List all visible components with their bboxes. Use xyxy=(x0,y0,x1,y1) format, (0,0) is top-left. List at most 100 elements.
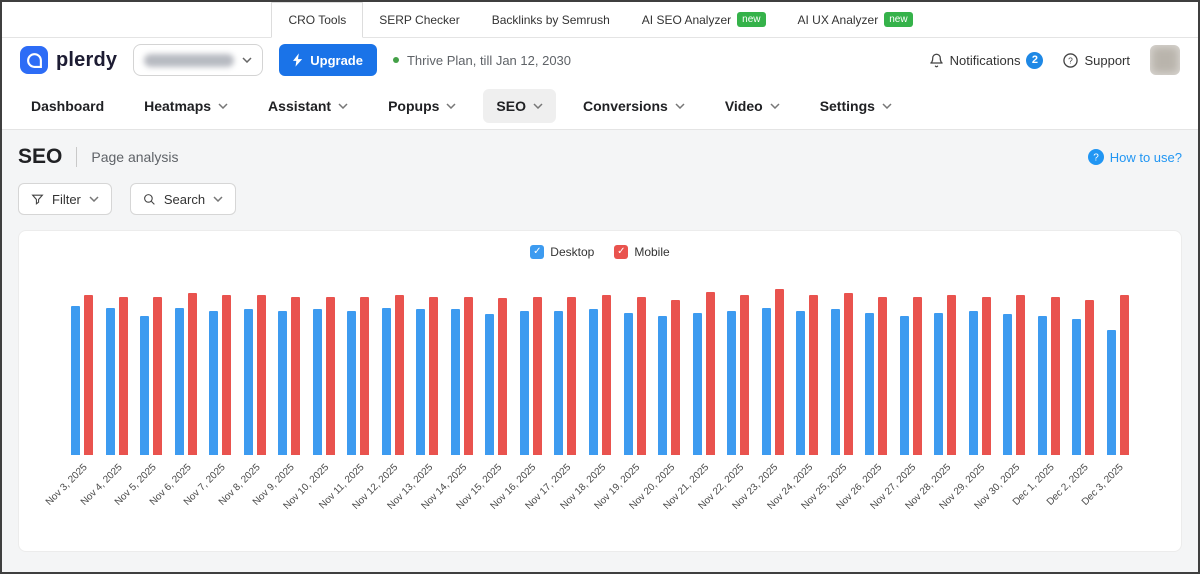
brand[interactable]: plerdy xyxy=(20,46,117,74)
bar-desktop[interactable] xyxy=(243,309,253,455)
bar-desktop[interactable] xyxy=(554,311,564,455)
bar-desktop[interactable] xyxy=(727,311,737,455)
page-header: SEO Page analysis ? How to use? xyxy=(18,145,1182,169)
bar-mobile[interactable] xyxy=(636,296,646,455)
search-button[interactable]: Search xyxy=(129,183,237,215)
bar-mobile[interactable] xyxy=(360,296,370,455)
bar-desktop[interactable] xyxy=(934,312,944,455)
bar-group: Nov 20, 2025 xyxy=(627,279,687,512)
bar-desktop[interactable] xyxy=(761,307,771,455)
bar-mobile[interactable] xyxy=(394,295,404,455)
bar-mobile[interactable] xyxy=(740,295,750,455)
product-tabs-bar: CRO Tools SERP Checker Backlinks by Semr… xyxy=(2,2,1198,38)
bar-mobile[interactable] xyxy=(1119,295,1129,455)
chevron-down-icon xyxy=(218,102,228,109)
bar-mobile[interactable] xyxy=(153,296,163,455)
tab-ai-ux-analyzer[interactable]: AI UX Analyzer new xyxy=(782,2,929,37)
bar-desktop[interactable] xyxy=(796,311,806,455)
nav-item-conversions[interactable]: Conversions xyxy=(570,89,698,123)
bar-desktop[interactable] xyxy=(692,312,702,455)
bar-mobile[interactable] xyxy=(187,293,197,455)
bar-mobile[interactable] xyxy=(912,296,922,455)
nav-item-dashboard[interactable]: Dashboard xyxy=(18,89,117,123)
bar-mobile[interactable] xyxy=(256,295,266,455)
bar-mobile[interactable] xyxy=(291,296,301,455)
bar-mobile[interactable] xyxy=(671,299,681,455)
support-button[interactable]: ? Support xyxy=(1063,53,1130,68)
bar-desktop[interactable] xyxy=(174,307,184,455)
content: SEO Page analysis ? How to use? Filter S… xyxy=(2,130,1198,572)
bar-mobile[interactable] xyxy=(843,293,853,455)
bar-desktop[interactable] xyxy=(1003,314,1013,455)
bar-mobile[interactable] xyxy=(1085,299,1095,455)
legend-item-mobile[interactable]: Mobile xyxy=(614,245,670,259)
upgrade-label: Upgrade xyxy=(310,52,363,68)
bar-desktop[interactable] xyxy=(347,311,357,455)
bar-desktop[interactable] xyxy=(658,315,668,455)
bar-desktop[interactable] xyxy=(71,306,81,455)
tab-cro-tools[interactable]: CRO Tools xyxy=(271,2,364,38)
bar-mobile[interactable] xyxy=(947,295,957,455)
bar-desktop[interactable] xyxy=(105,307,115,455)
nav-item-video[interactable]: Video xyxy=(712,89,793,123)
avatar[interactable] xyxy=(1150,45,1180,75)
desktop-checkbox[interactable] xyxy=(530,245,545,259)
bar-mobile[interactable] xyxy=(498,298,508,455)
bar-desktop[interactable] xyxy=(830,309,840,455)
tab-ai-seo-analyzer[interactable]: AI SEO Analyzer new xyxy=(626,2,782,37)
bar-mobile[interactable] xyxy=(325,296,335,455)
bar-group: Nov 7, 2025 xyxy=(182,279,238,508)
bar-desktop[interactable] xyxy=(899,315,909,455)
bar-desktop[interactable] xyxy=(1106,330,1116,455)
legend-item-desktop[interactable]: Desktop xyxy=(530,245,594,259)
bar-chart: Nov 3, 2025 Nov 4, 2025 Nov 5, 2025 Nov 6, … xyxy=(41,279,1159,512)
filter-button[interactable]: Filter xyxy=(18,183,112,215)
bar-desktop[interactable] xyxy=(588,309,598,455)
bar-mobile[interactable] xyxy=(84,295,94,455)
nav-item-assistant[interactable]: Assistant xyxy=(255,89,361,123)
bar-mobile[interactable] xyxy=(429,296,439,455)
page-title: SEO xyxy=(18,145,63,168)
nav-item-seo[interactable]: SEO xyxy=(483,88,556,123)
bar-mobile[interactable] xyxy=(809,295,819,455)
bar-mobile[interactable] xyxy=(601,295,611,455)
bar-desktop[interactable] xyxy=(1072,319,1082,455)
bar-desktop[interactable] xyxy=(485,314,495,455)
bar-desktop[interactable] xyxy=(278,311,288,455)
help-circle-icon: ? xyxy=(1087,149,1104,165)
bar-desktop[interactable] xyxy=(416,309,426,455)
support-label: Support xyxy=(1084,52,1130,68)
bar-mobile[interactable] xyxy=(567,296,577,455)
notifications-button[interactable]: Notifications 2 xyxy=(929,51,1044,69)
bar-mobile[interactable] xyxy=(463,296,473,455)
bar-mobile[interactable] xyxy=(878,296,888,455)
bar-mobile[interactable] xyxy=(1016,295,1026,455)
bar-mobile[interactable] xyxy=(1050,296,1060,455)
bar-mobile[interactable] xyxy=(774,288,784,455)
bar-desktop[interactable] xyxy=(312,309,322,455)
upgrade-button[interactable]: Upgrade xyxy=(279,44,377,76)
bar-desktop[interactable] xyxy=(209,311,219,455)
nav-item-heatmaps[interactable]: Heatmaps xyxy=(131,89,241,123)
bar-desktop[interactable] xyxy=(519,311,529,455)
bar-mobile[interactable] xyxy=(981,296,991,455)
bar-desktop[interactable] xyxy=(968,311,978,455)
bar-mobile[interactable] xyxy=(118,296,128,455)
tab-backlinks-by-semrush[interactable]: Backlinks by Semrush xyxy=(476,2,626,37)
bar-desktop[interactable] xyxy=(381,307,391,455)
bar-desktop[interactable] xyxy=(1037,315,1047,455)
bar-mobile[interactable] xyxy=(705,291,715,455)
how-to-use-link[interactable]: ? How to use? xyxy=(1087,149,1182,165)
bar-mobile[interactable] xyxy=(532,296,542,455)
bar-desktop[interactable] xyxy=(140,315,150,455)
account-selector[interactable] xyxy=(133,44,264,76)
mobile-checkbox[interactable] xyxy=(614,245,629,259)
bar-mobile[interactable] xyxy=(222,295,232,455)
nav-item-settings[interactable]: Settings xyxy=(807,89,905,123)
tab-serp-checker[interactable]: SERP Checker xyxy=(363,2,475,37)
bar-desktop[interactable] xyxy=(450,309,460,455)
bar-desktop[interactable] xyxy=(865,312,875,455)
nav-item-popups[interactable]: Popups xyxy=(375,89,469,123)
bar-desktop[interactable] xyxy=(623,312,633,455)
main-nav: Dashboard Heatmaps Assistant Popups SEO … xyxy=(2,82,1198,130)
